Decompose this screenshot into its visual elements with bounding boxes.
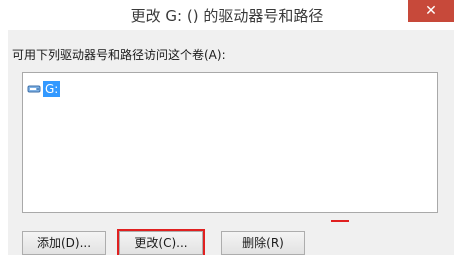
close-button[interactable]: ✕ <box>408 0 454 22</box>
instruction-label: 可用下列驱动器号和路径访问这个卷(A): <box>12 48 226 62</box>
change-button[interactable]: 更改(C)... <box>119 231 203 255</box>
window-title: 更改 G: () 的驱动器号和路径 <box>130 7 324 25</box>
title-bar: 更改 G: () 的驱动器号和路径 ✕ <box>0 0 454 30</box>
add-button[interactable]: 添加(D)... <box>22 231 106 255</box>
drive-path-listbox[interactable]: G: <box>22 72 438 213</box>
window-border-left <box>0 30 8 255</box>
annotation-mark <box>331 220 349 222</box>
dialog-body: 可用下列驱动器号和路径访问这个卷(A): G: 添加(D)... 更改(C)..… <box>8 30 454 255</box>
list-item[interactable]: G: <box>27 81 61 97</box>
delete-button[interactable]: 删除(R) <box>221 231 305 255</box>
close-icon: ✕ <box>425 3 437 19</box>
drive-icon <box>27 85 41 93</box>
drive-letter-label: G: <box>43 81 61 97</box>
